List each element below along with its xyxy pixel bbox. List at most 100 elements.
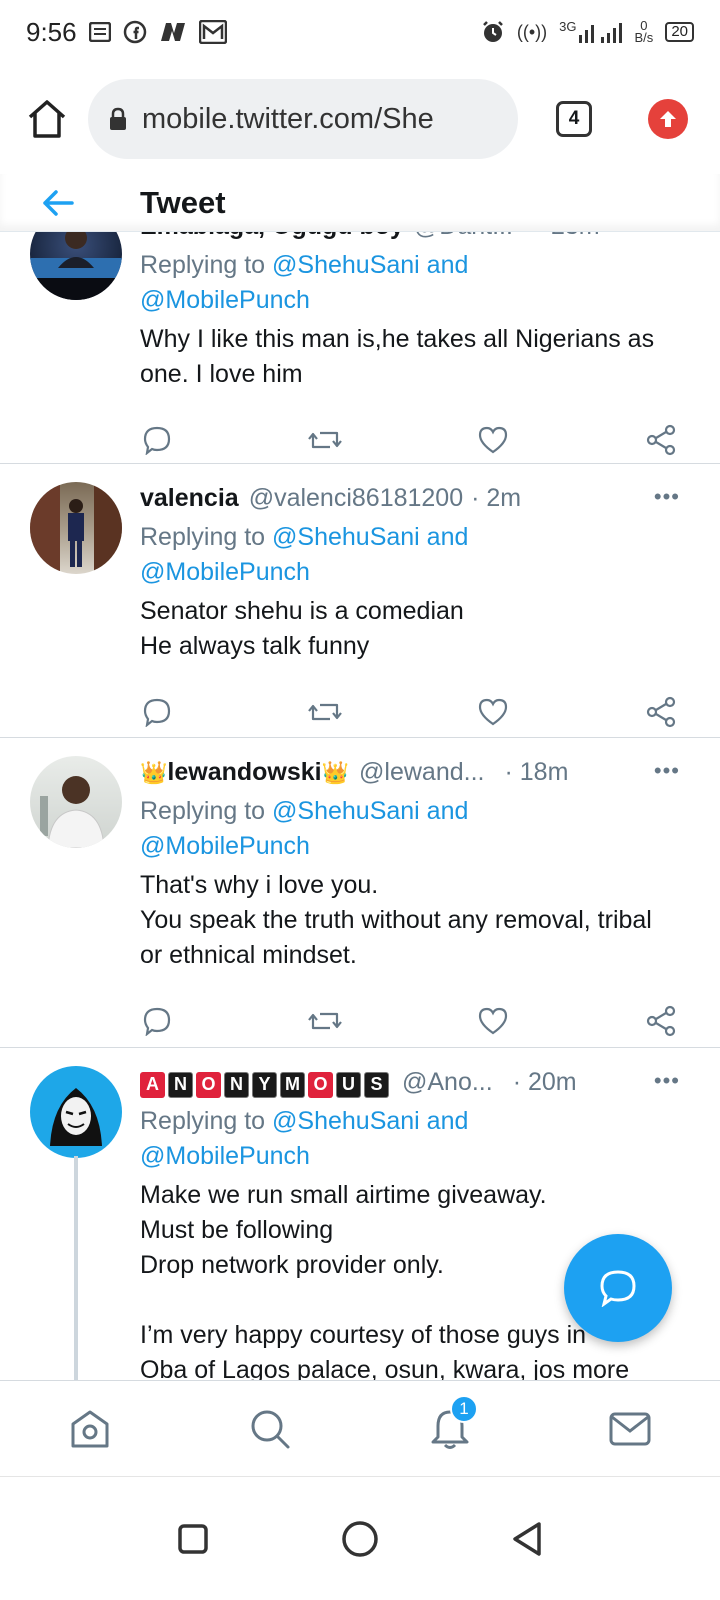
name-letter-badge: A [140,1071,165,1098]
tweet-text: That's why i love you. You speak the tru… [140,871,652,969]
avatar[interactable] [30,1066,122,1158]
tweet-item[interactable]: valencia @valenci86181200 · 2m ••• Reply… [0,464,720,738]
more-options-icon[interactable]: ••• [654,758,680,784]
tweet-author-name[interactable]: Emabiaga, Ogugu boy [140,232,404,241]
mention-link[interactable]: @MobilePunch [140,832,310,860]
address-bar[interactable]: mobile.twitter.com/She [88,79,518,159]
reply-icon[interactable] [140,423,174,457]
share-icon[interactable] [644,423,678,457]
system-navigation-bar [0,1476,720,1600]
nav-home[interactable] [60,1399,120,1459]
update-button[interactable] [648,99,688,139]
browser-home-button[interactable] [22,94,72,144]
mention-link[interactable]: @ShehuSani and [272,251,468,279]
crown-emoji: 👑 [321,760,350,785]
mention-link[interactable]: @ShehuSani and [272,1107,468,1135]
compose-reply-button[interactable] [564,1234,672,1342]
mention-link[interactable]: @MobilePunch [140,286,310,314]
tweet-text: Senator shehu is a comedian He always ta… [140,597,464,660]
square-icon [178,1523,209,1554]
nav-messages[interactable] [600,1399,660,1459]
tweet-author-handle[interactable]: @Ano... [402,1068,493,1097]
tweet-time: · 20m [512,1068,577,1096]
tweet-item[interactable]: 👑 lewandowski 👑 @lewand... · 18m ••• Rep… [0,738,720,1048]
status-left: 9:56 [26,17,227,48]
mention-link[interactable]: @ShehuSani and [272,797,468,825]
retweet-icon[interactable] [308,695,342,729]
avatar[interactable] [30,482,122,574]
crown-emoji: 👑 [140,760,168,785]
alarm-icon [481,20,505,44]
name-letter-badge: S [364,1071,389,1098]
tab-switcher-button[interactable]: 4 [556,101,592,137]
reply-icon[interactable] [140,695,174,729]
name-letter-badge: U [336,1071,361,1098]
replying-prefix: Replying to [140,523,266,551]
retweet-icon[interactable] [308,423,342,457]
nav-notifications[interactable]: 1 [420,1394,480,1459]
more-options-icon[interactable]: ••• [654,1068,680,1094]
tweet-author-handle[interactable]: @lewand... [359,758,484,787]
network-type: 3G [559,19,577,34]
tweet-author-handle[interactable]: @valenci86181200 [249,484,463,513]
heart-icon[interactable] [476,1004,510,1038]
replying-to: Replying to @ShehuSani and @MobilePunch [140,520,680,590]
nav-search[interactable] [240,1399,300,1459]
back-system-button[interactable] [502,1514,552,1564]
reply-icon[interactable] [140,1004,174,1038]
replying-prefix: Replying to [140,1107,266,1135]
anonymous-mask-icon [50,1088,102,1146]
replying-to: Replying to @ShehuSani and @MobilePunch [140,1104,680,1174]
more-options-icon[interactable]: ••• [654,232,680,238]
url-text: mobile.twitter.com/She [142,102,434,135]
back-arrow-icon[interactable] [40,188,76,218]
more-options-icon[interactable]: ••• [654,484,680,510]
browser-toolbar: mobile.twitter.com/She 4 [0,64,720,174]
tweet-author-name[interactable]: A N O N Y M O U S [140,1071,392,1098]
avatar[interactable] [30,756,122,848]
name-letter-badge: Y [252,1071,277,1098]
facebook-icon [123,20,147,44]
mention-link[interactable]: @ShehuSani and [272,523,468,551]
search-icon [251,1410,290,1448]
recents-button[interactable] [168,1514,218,1564]
notes-icon [88,22,111,42]
battery-indicator: 20 [665,22,694,42]
circle-icon [342,1520,378,1557]
signal-icon: 3G [559,19,622,43]
tweet-text: Why I like this man is,he takes all Nige… [140,325,655,388]
replies-feed[interactable]: Emabiaga, Ogugu boy @Dant... 23m ••• Rep… [0,232,720,1380]
replying-to: Replying to @ShehuSani and @MobilePunch [140,794,680,864]
notification-count-badge: 1 [450,1394,478,1423]
replying-prefix: Replying to [140,797,266,825]
avatar[interactable] [30,232,122,300]
bottom-navigation: 1 [0,1380,720,1476]
tweet-item[interactable]: Emabiaga, Ogugu boy @Dant... 23m ••• Rep… [0,232,720,464]
name-letter-badge: O [196,1071,221,1098]
lock-icon [110,107,126,130]
share-icon[interactable] [644,695,678,729]
tweet-author-handle[interactable]: @Dant... [414,232,513,241]
replying-to: Replying to @ShehuSani and @MobilePunch [140,248,680,318]
mention-link[interactable]: @MobilePunch [140,1142,310,1170]
replying-prefix: Replying to [140,251,266,279]
status-time: 9:56 [26,16,77,47]
page-header: Tweet [0,174,720,232]
tweet-author-name[interactable]: lewandowski [167,758,321,787]
share-icon[interactable] [644,1004,678,1038]
heart-icon[interactable] [476,423,510,457]
arrow-up-icon [660,111,676,127]
retweet-icon[interactable] [308,1004,342,1038]
tweet-time: · 2m [471,484,522,512]
heart-icon[interactable] [476,695,510,729]
home-system-button[interactable] [335,1514,385,1564]
page-title: Tweet [140,184,226,220]
tweet-time: · 18m [504,758,569,786]
tweet-author-name[interactable]: valencia [140,484,239,513]
mention-link[interactable]: @MobilePunch [140,558,310,586]
back-triangle-icon [512,1521,541,1556]
data-speed: 0 B/s [635,19,654,44]
name-letter-badge: N [168,1071,193,1098]
gmail-icon [198,20,227,44]
avatar-image [40,776,105,848]
